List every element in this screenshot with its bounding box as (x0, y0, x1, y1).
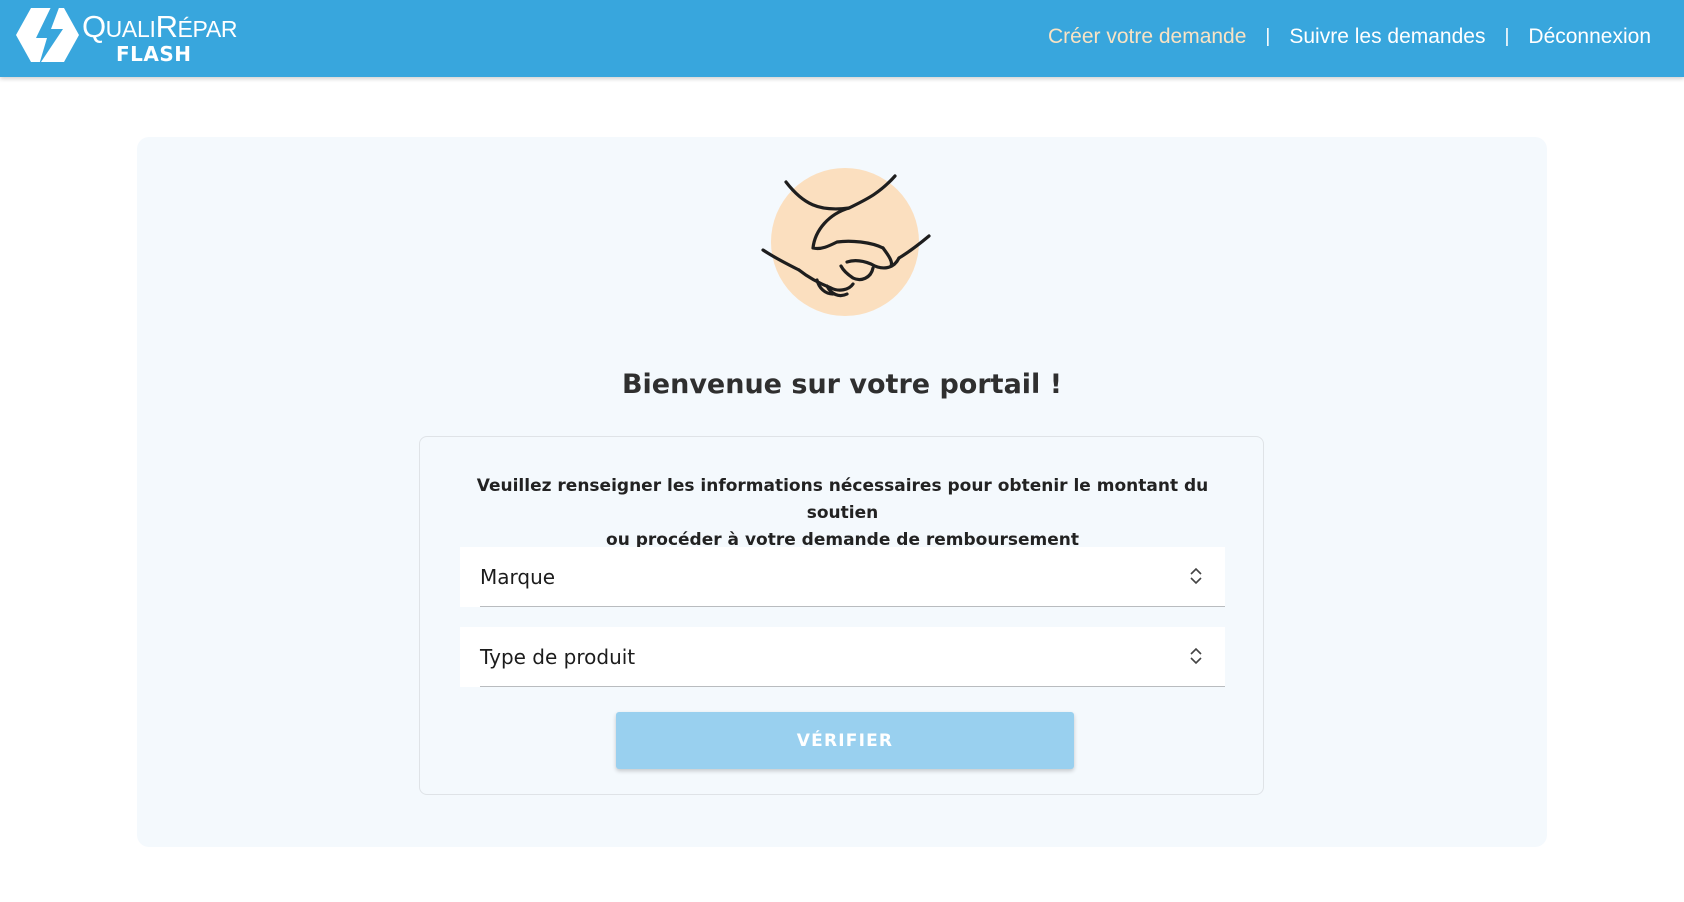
nav-track-requests[interactable]: Suivre les demandes (1289, 25, 1485, 49)
nav-create-request[interactable]: Créer votre demande (1048, 25, 1246, 49)
handshake-icon (761, 168, 931, 316)
logo-wordmark: QUALIRÉPAR (82, 9, 238, 44)
nav-separator: | (1265, 26, 1271, 47)
instructions-line-1: Veuillez renseigner les informations néc… (476, 476, 1209, 523)
form-instructions: Veuillez renseigner les informations néc… (460, 473, 1225, 554)
brand-select[interactable]: Marque (460, 547, 1225, 607)
select-underline (480, 606, 1225, 607)
product-type-select[interactable]: Type de produit (460, 627, 1225, 687)
verify-button[interactable]: VÉRIFIER (616, 712, 1074, 769)
lightning-hexagon-icon (16, 7, 79, 63)
product-type-select-label: Type de produit (480, 645, 636, 669)
top-header: QUALIRÉPAR FLASH Créer votre demande | S… (0, 0, 1684, 77)
welcome-card: Bienvenue sur votre portail ! Veuillez r… (137, 137, 1547, 847)
qualirepar-logo[interactable]: QUALIRÉPAR FLASH (16, 7, 237, 66)
select-underline (480, 686, 1225, 687)
nav-separator: | (1504, 26, 1510, 47)
select-arrows-icon (1190, 647, 1202, 665)
support-form: Veuillez renseigner les informations néc… (419, 436, 1264, 795)
nav-logout[interactable]: Déconnexion (1528, 25, 1651, 49)
logo-subtitle: FLASH (116, 42, 192, 66)
main-nav: Créer votre demande | Suivre les demande… (1048, 0, 1651, 74)
select-arrows-icon (1190, 567, 1202, 585)
brand-select-label: Marque (480, 565, 556, 589)
page-title: Bienvenue sur votre portail ! (621, 369, 1063, 400)
